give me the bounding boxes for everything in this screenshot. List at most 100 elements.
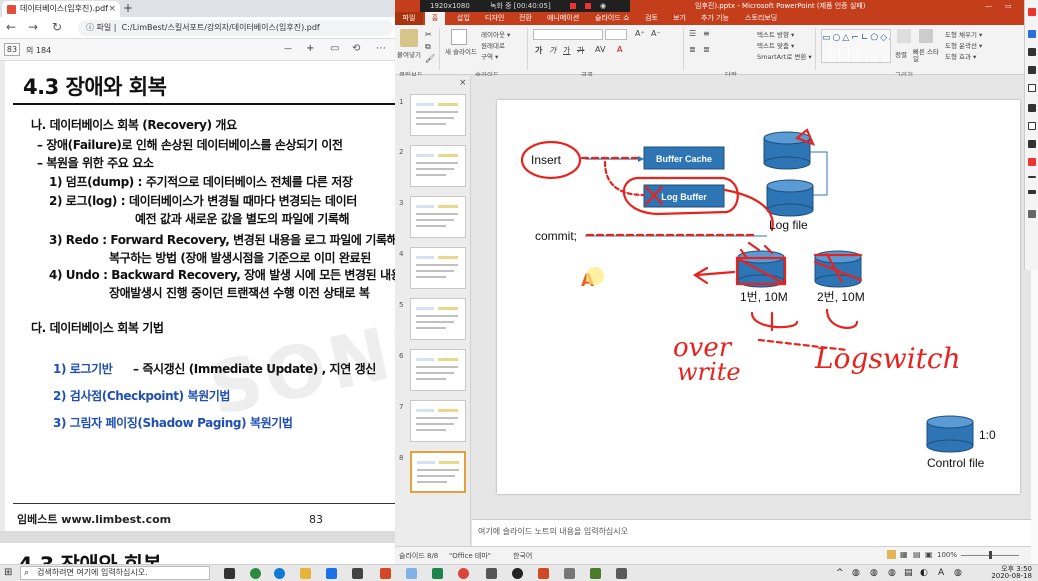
new-slide-button[interactable]: 새 슬라이드 <box>445 49 477 56</box>
tray-icon[interactable]: ◍ <box>954 568 962 578</box>
sorter-view-icon[interactable]: ▦ <box>900 550 908 559</box>
pause-record-icon[interactable] <box>585 3 591 9</box>
slide-thumbnail-5[interactable] <box>410 298 466 340</box>
numbering-icon[interactable]: ≡ <box>703 29 710 38</box>
tab-insert[interactable]: 삽입 <box>457 12 470 25</box>
eraser-icon[interactable] <box>1028 140 1036 148</box>
shape-effects-button[interactable]: 도형 효과 ▾ <box>945 51 976 61</box>
tab-animations[interactable]: 애니메이션 <box>547 12 579 25</box>
mail-icon[interactable] <box>326 568 337 579</box>
normal-view-icon[interactable] <box>887 550 896 559</box>
fill-icon[interactable] <box>1028 104 1036 112</box>
slide-thumbnail-3[interactable] <box>410 196 466 238</box>
close-annotation-icon[interactable] <box>1028 8 1036 16</box>
forward-icon[interactable]: → <box>28 20 38 34</box>
italic-icon[interactable]: 가 <box>549 45 556 56</box>
thin-line-icon[interactable] <box>1028 176 1036 178</box>
powerpoint-icon[interactable] <box>538 568 549 579</box>
reset-button[interactable]: 원래대로 <box>481 40 505 50</box>
strikethrough-icon[interactable]: 가 <box>577 45 584 56</box>
tray-chevron-icon[interactable]: ^ <box>836 568 844 578</box>
underline-icon[interactable]: 가 <box>563 45 570 56</box>
thick-line-icon[interactable] <box>1028 190 1036 194</box>
tab-home[interactable]: 홈 <box>425 12 445 25</box>
app-icon[interactable] <box>564 568 575 579</box>
tab-addins[interactable]: 추가 기능 <box>701 12 729 25</box>
align-center-icon[interactable]: ≣ <box>703 45 710 54</box>
zoom-out-button[interactable]: — <box>284 44 292 53</box>
tab-file[interactable]: 파일 <box>395 12 423 25</box>
recorder-app-icon[interactable] <box>512 568 523 579</box>
grow-font-icon[interactable]: A⁺ <box>635 29 645 38</box>
format-painter-icon[interactable]: 🖌 <box>425 54 435 63</box>
reload-icon[interactable]: ↻ <box>52 20 62 34</box>
shapes-gallery[interactable]: ▭○△⌐∟⬠◇▱☆→⤴⌒ <box>821 29 891 63</box>
task-view-icon[interactable] <box>224 568 235 579</box>
tab-storyboarding[interactable]: 스토리보딩 <box>745 12 777 25</box>
camera-icon[interactable]: ◉ <box>600 0 606 12</box>
paste-icon[interactable] <box>400 29 418 47</box>
layout-button[interactable]: 레이아웃 ▾ <box>481 29 510 39</box>
shape-outline-button[interactable]: 도형 윤곽선 ▾ <box>945 40 982 50</box>
section-button[interactable]: 구역 ▾ <box>481 51 498 61</box>
copy-icon[interactable]: ⧉ <box>425 42 431 52</box>
align-text-button[interactable]: 텍스트 맞춤 ▾ <box>757 40 794 50</box>
ime-icon[interactable]: A <box>938 568 944 578</box>
quick-styles-button[interactable]: 빠른 스타일 <box>913 49 941 63</box>
address-input[interactable]: ⓘ 파일 | C:/LimBest/스킬서포트/강의자/데이터베이스(임후진).… <box>78 20 393 36</box>
text-direction-button[interactable]: 텍스트 방향 ▾ <box>757 29 794 39</box>
tab-transitions[interactable]: 전환 <box>519 12 532 25</box>
fit-page-icon[interactable]: ▭ <box>330 43 339 54</box>
tray-icon[interactable]: ◍ <box>852 568 860 578</box>
volume-icon[interactable]: ◐ <box>920 568 928 578</box>
smartart-button[interactable]: SmartArt로 변환 ▾ <box>757 51 812 61</box>
close-tab-icon[interactable]: × <box>108 1 116 17</box>
app-icon[interactable] <box>486 568 497 579</box>
notes-pane[interactable]: 여기에 슬라이드 노트의 내용을 입력하십시오 <box>472 519 1031 546</box>
cut-icon[interactable]: ✂ <box>425 30 432 39</box>
slide-thumbnail-8-selected[interactable] <box>410 451 466 493</box>
taskbar-search[interactable]: ⌕ 검색하려면 여기에 입력하십시오. <box>20 566 210 580</box>
paste-button[interactable]: 붙여넣기 <box>397 49 421 59</box>
app-icon[interactable] <box>616 568 627 579</box>
file-explorer-icon[interactable] <box>300 568 311 579</box>
zoom-in-button[interactable]: + <box>306 43 314 54</box>
tray-icon[interactable]: ◍ <box>888 568 896 578</box>
slide-thumbnail-2[interactable] <box>410 145 466 187</box>
chrome-icon[interactable] <box>458 568 469 579</box>
line-icon[interactable] <box>1028 66 1036 74</box>
bold-icon[interactable]: 가 <box>535 45 542 56</box>
page-number-input[interactable]: 83 <box>4 43 20 56</box>
slide-thumbnail-7[interactable] <box>410 400 466 442</box>
slide-thumbnail-4[interactable] <box>410 247 466 289</box>
tab-slideshow[interactable]: 슬라이드 쇼 <box>595 12 629 25</box>
app-icon[interactable] <box>406 568 417 579</box>
new-tab-button[interactable]: + <box>123 1 133 15</box>
back-icon[interactable]: ← <box>6 20 16 34</box>
network-icon[interactable]: ▤ <box>904 568 913 578</box>
font-color-icon[interactable]: A <box>617 45 622 54</box>
font-size-select[interactable] <box>605 29 627 40</box>
shrink-font-icon[interactable]: A⁻ <box>651 29 661 38</box>
tab-review[interactable]: 검토 <box>645 12 658 25</box>
maximize-icon[interactable]: ▭ <box>1005 0 1012 12</box>
slide-thumbnail-1[interactable] <box>410 94 466 136</box>
arrange-icon[interactable] <box>897 29 911 43</box>
tab-design[interactable]: 디자인 <box>485 12 504 25</box>
stop-record-icon[interactable] <box>570 3 576 9</box>
app-icon[interactable] <box>432 568 443 579</box>
app-icon[interactable] <box>250 568 261 579</box>
store-icon[interactable] <box>352 568 363 579</box>
tab-view[interactable]: 보기 <box>673 12 686 25</box>
slideshow-view-icon[interactable]: ▣ <box>925 550 933 559</box>
char-spacing-icon[interactable]: AV <box>595 45 605 54</box>
undo-icon[interactable] <box>1028 210 1036 218</box>
bullets-icon[interactable]: ☰ <box>689 29 696 38</box>
slide-canvas[interactable]: Insert Buffer Cache Log Buffer Log file … <box>497 100 1020 494</box>
edge-icon[interactable] <box>274 568 285 579</box>
arrange-button[interactable]: 정렬 <box>895 49 907 59</box>
slide-thumbnail-6[interactable] <box>410 349 466 391</box>
highlighter-icon[interactable] <box>1028 48 1036 56</box>
pen-icon[interactable] <box>1028 30 1036 38</box>
reading-view-icon[interactable]: ▤ <box>913 550 921 559</box>
